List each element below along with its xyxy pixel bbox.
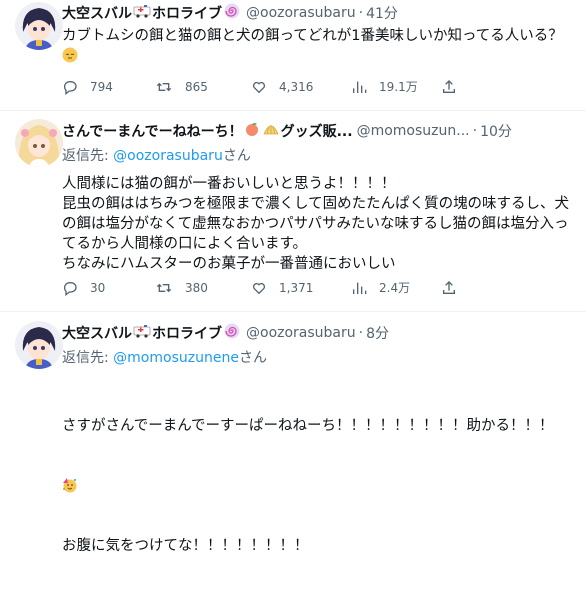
reply-count: 794: [90, 79, 113, 94]
timestamp[interactable]: 41分: [366, 3, 398, 23]
display-name[interactable]: 大空スバル: [62, 323, 132, 343]
tweet-text-line: さすがさんでーまんでーすーぱーねねーち！！！！！！！！！助かる！！！: [62, 418, 554, 434]
reply-to-link[interactable]: @momosuzunene: [113, 350, 239, 366]
share-button[interactable]: [441, 280, 469, 296]
peach-icon: [244, 121, 260, 141]
display-name-suffix[interactable]: グッズ販...: [281, 121, 353, 141]
display-name-suffix[interactable]: ホロライブ: [152, 3, 222, 23]
reply-context: 返信先: @momosuzuneneさん: [62, 347, 578, 367]
like-count: 1,371: [279, 280, 314, 295]
ambulance-icon: [133, 4, 151, 22]
tweet[interactable]: 大空スバル ホロライブ @oozorasubaru · 41分 カブトムシの餌と…: [0, 0, 586, 111]
views-button[interactable]: 2.4万: [351, 279, 441, 296]
handle[interactable]: @oozorasubaru: [246, 5, 356, 21]
reply-label: 返信先:: [62, 148, 114, 164]
swirl-icon: [223, 322, 241, 344]
party-face-line: [62, 476, 578, 496]
avatar[interactable]: [15, 321, 63, 369]
handle[interactable]: @momosuzun...: [357, 123, 470, 139]
reply-button[interactable]: 30: [62, 280, 155, 296]
like-button[interactable]: 1,371: [251, 280, 351, 296]
reply-count: 30: [90, 280, 106, 295]
retweet-button[interactable]: 380: [155, 280, 251, 296]
ambulance-icon: [133, 324, 151, 342]
views-icon: [353, 81, 367, 93]
like-button[interactable]: 4,316: [251, 79, 351, 95]
retweet-icon: [156, 82, 172, 91]
retweet-count: 865: [185, 79, 208, 94]
view-count: 19.1万: [379, 80, 418, 94]
action-bar: 30 380 1,371 2.4万: [62, 279, 469, 296]
retweet-button[interactable]: 865: [155, 79, 251, 95]
tweet-text: 人間様には猫の餌が一番おいしいと思うよ！！！！ 昆虫の餌ははちみつを極限まで濃く…: [62, 176, 570, 272]
views-button[interactable]: 19.1万: [351, 78, 441, 95]
retweet-count: 380: [185, 280, 208, 295]
like-count: 4,316: [279, 79, 314, 94]
share-icon: [443, 79, 455, 93]
party-face-icon: [62, 477, 78, 493]
avatar[interactable]: [15, 2, 63, 50]
handle[interactable]: @oozorasubaru: [246, 325, 356, 341]
display-name[interactable]: さんでーまんでーねねーち！: [62, 121, 243, 141]
share-icon: [443, 280, 455, 294]
avatar[interactable]: [15, 119, 63, 167]
sleepy-face-icon: [62, 47, 78, 63]
reply-icon: [63, 80, 77, 95]
tweet[interactable]: 大空スバル ホロライブ @oozorasubaru · 8分 返信先: @mom…: [0, 312, 586, 554]
reply-context: 返信先: @oozorasubaruさん: [62, 145, 578, 165]
share-button[interactable]: [441, 79, 469, 95]
reply-suffix: さん: [222, 148, 251, 164]
retweet-icon: [156, 283, 172, 292]
tweet-text-line: お腹に気をつけてな！！！！！！！！: [62, 538, 309, 554]
tweet-text-content: カブトムシの餌と猫の餌と犬の餌ってどれが1番美味しいか知ってる人いる？: [62, 28, 563, 44]
timestamp[interactable]: 8分: [366, 323, 389, 343]
reply-to-link[interactable]: @oozorasubaru: [113, 148, 223, 164]
display-name-suffix[interactable]: ホロライブ: [152, 323, 222, 343]
reply-suffix: さん: [238, 350, 267, 366]
tweet-text: さすがさんでーまんでーすーぱーねねーち！！！！！！！！！助かる！！！ お腹に気を…: [62, 376, 578, 596]
reply-icon: [63, 281, 77, 296]
heart-icon: [252, 282, 266, 294]
reply-button[interactable]: 794: [62, 79, 155, 95]
tweet[interactable]: さんでーまんでーねねーち！ グッズ販... @momosuzun... · 10…: [0, 111, 586, 312]
shell-icon: [262, 122, 280, 140]
display-name[interactable]: 大空スバル: [62, 3, 132, 23]
heart-icon: [252, 81, 266, 93]
views-icon: [353, 282, 367, 294]
tweet-text: カブトムシの餌と猫の餌と犬の餌ってどれが1番美味しいか知ってる人いる？: [62, 26, 578, 66]
view-count: 2.4万: [379, 281, 411, 295]
action-bar: 794 865 4,316 19.1万: [62, 78, 469, 95]
reply-label: 返信先:: [62, 350, 114, 366]
swirl-icon: [223, 2, 241, 24]
timestamp[interactable]: 10分: [480, 121, 512, 141]
